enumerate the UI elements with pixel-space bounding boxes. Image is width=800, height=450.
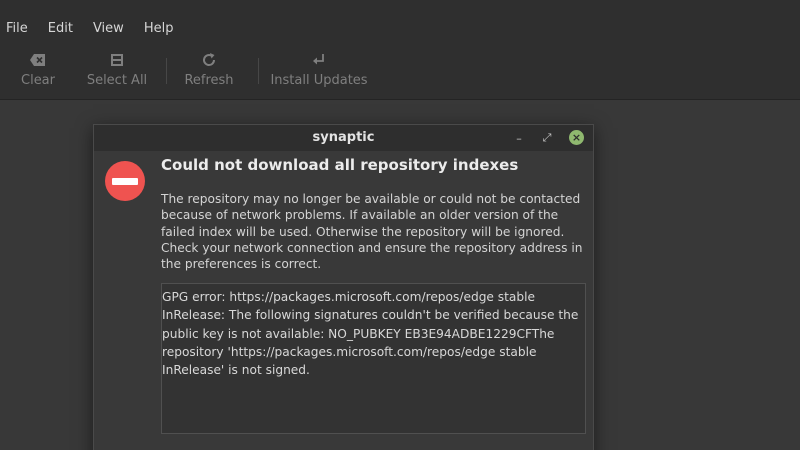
error-icon [105, 161, 145, 201]
menu-help[interactable]: Help [138, 21, 180, 36]
menu-file[interactable]: File [0, 21, 34, 36]
clear-button[interactable]: Clear [14, 50, 62, 92]
details-text: GPG error: https://packages.microsoft.co… [162, 290, 579, 378]
refresh-icon [201, 50, 217, 70]
return-arrow-icon [312, 50, 326, 70]
install-updates-label: Install Updates [270, 73, 368, 88]
menu-edit[interactable]: Edit [42, 21, 79, 36]
minimize-button[interactable]: – [510, 129, 528, 147]
select-all-label: Select All [86, 73, 148, 88]
toolbar-separator [166, 58, 167, 84]
install-updates-button[interactable]: Install Updates [270, 50, 368, 92]
toolbar-separator [258, 58, 259, 84]
error-dialog: synaptic – ⤢ × Could not download all re… [93, 124, 594, 450]
main-window-header: File Edit View Help Clear Select All Ref… [0, 0, 800, 100]
clear-label: Clear [21, 73, 55, 88]
backspace-icon [29, 50, 47, 70]
refresh-label: Refresh [184, 73, 234, 88]
maximize-button[interactable]: ⤢ [538, 129, 556, 147]
error-icon-bar [112, 177, 138, 185]
details-text-area[interactable]: GPG error: https://packages.microsoft.co… [161, 283, 586, 434]
refresh-button[interactable]: Refresh [183, 50, 235, 92]
menubar: File Edit View Help [0, 16, 187, 40]
toolbar: Clear Select All Refresh Install Updates [0, 50, 800, 92]
dialog-description: The repository may no longer be availabl… [161, 192, 583, 272]
dialog-heading: Could not download all repository indexe… [161, 156, 519, 174]
dialog-titlebar[interactable]: synaptic – ⤢ × [94, 125, 593, 151]
select-all-icon [110, 50, 124, 70]
select-all-button[interactable]: Select All [86, 50, 148, 92]
menu-view[interactable]: View [87, 21, 130, 36]
close-button[interactable]: × [569, 130, 584, 145]
